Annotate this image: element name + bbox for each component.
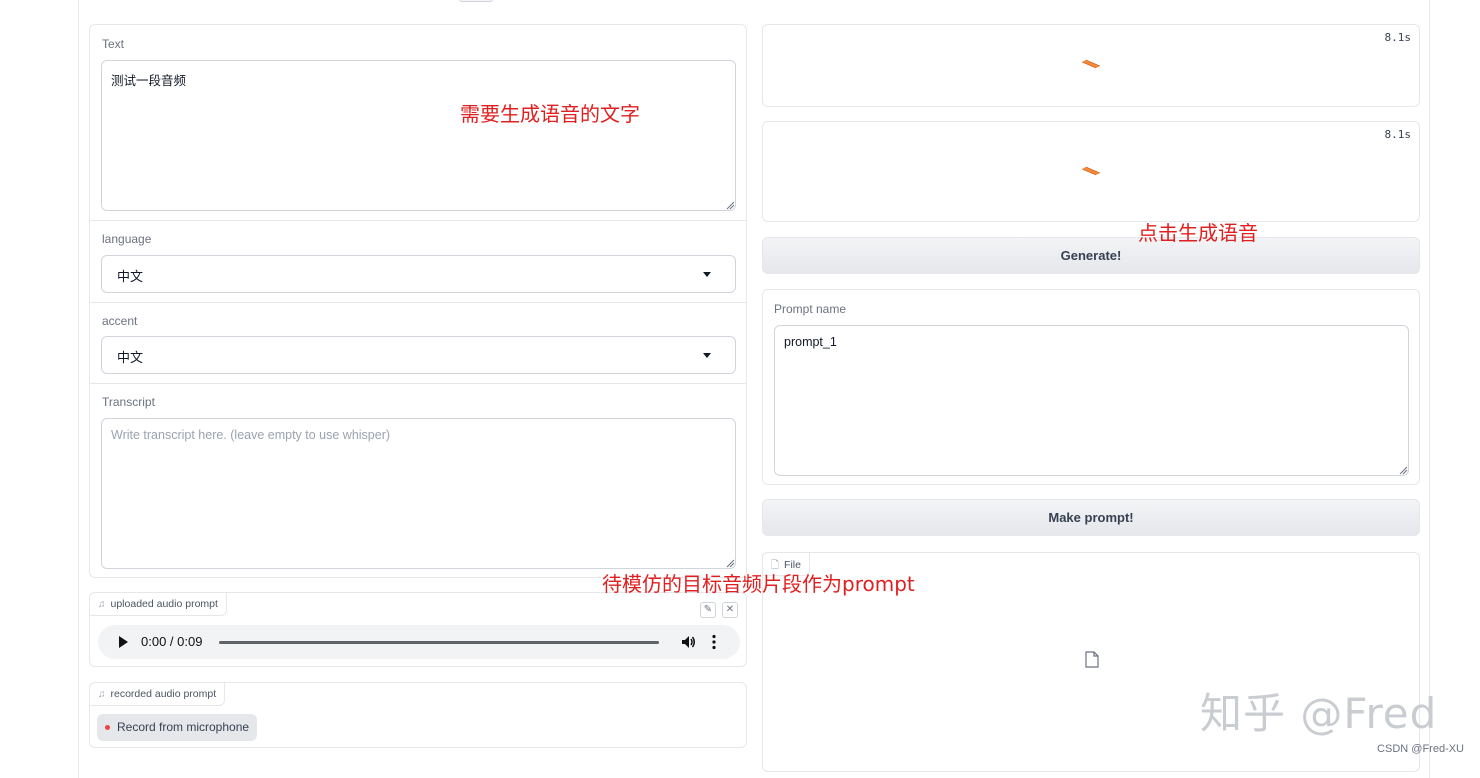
divider [90, 383, 746, 384]
prompt-name-label: Prompt name [774, 302, 847, 316]
generate-button[interactable]: Generate! [762, 237, 1420, 274]
record-dot-icon [105, 725, 110, 730]
resize-handle-icon[interactable] [726, 559, 735, 568]
volume-icon[interactable] [680, 634, 696, 650]
record-from-microphone-button[interactable]: Record from microphone [97, 714, 258, 741]
text-label: Text [102, 37, 125, 51]
resize-handle-icon[interactable] [1399, 466, 1408, 475]
edit-icon[interactable]: ✎ [700, 602, 716, 618]
music-note-icon: ♫ [98, 599, 106, 610]
accent-dropdown[interactable]: 中文 [101, 336, 736, 374]
recorded-audio-tag: ♫ recorded audio prompt [89, 682, 226, 706]
language-dropdown[interactable]: 中文 [101, 255, 736, 293]
chevron-down-icon [703, 353, 711, 358]
audio-player: 0:00 / 0:09 [98, 625, 740, 659]
more-options-icon[interactable] [712, 634, 716, 650]
accent-label: accent [102, 314, 138, 328]
annotation-text-note: 需要生成语音的文字 [460, 102, 640, 126]
annotation-generate-note: 点击生成语音 [1138, 221, 1258, 245]
loading-spinner-icon [1081, 59, 1101, 69]
close-icon[interactable]: ✕ [722, 602, 738, 618]
language-label: language [102, 232, 152, 246]
annotation-prompt-note: 待模仿的目标音频片段作为prompt [602, 572, 915, 596]
uploaded-audio-label: uploaded audio prompt [110, 598, 218, 610]
divider [90, 220, 746, 221]
transcript-label: Transcript [102, 395, 155, 409]
resize-handle-icon[interactable] [726, 201, 735, 210]
output-panel-1: 8.1s [762, 24, 1420, 107]
output-2-timer: 8.1s [1384, 128, 1412, 141]
recorded-audio-panel: ♫ recorded audio prompt Record from micro… [89, 682, 747, 748]
prompt-name-panel: Prompt name prompt_1 [762, 289, 1420, 485]
accent-selected-value: 中文 [117, 350, 144, 365]
language-selected-value: 中文 [117, 269, 144, 284]
play-icon[interactable] [118, 636, 128, 648]
text-input[interactable]: 测试一段音频 [101, 60, 736, 211]
file-upload-icon[interactable] [1085, 651, 1099, 668]
input-form-panel: Text 测试一段音频 language 中文 accent 中文 Transc… [89, 24, 747, 578]
audio-progress-track[interactable] [219, 641, 659, 644]
audio-time: 0:00 / 0:09 [141, 634, 203, 649]
prompt-name-input[interactable]: prompt_1 [774, 325, 1409, 476]
csdn-watermark: CSDN @Fred-XU [1377, 743, 1464, 755]
output-1-timer: 8.1s [1384, 31, 1412, 44]
loading-spinner-icon [1081, 166, 1101, 176]
uploaded-audio-panel: ♫ uploaded audio prompt ✎ ✕ 0:00 / 0:09 [89, 592, 747, 667]
zhihu-watermark: 知乎 @Fred [1200, 689, 1438, 738]
make-prompt-button[interactable]: Make prompt! [762, 499, 1420, 536]
divider [90, 302, 746, 303]
output-panel-2: 8.1s [762, 121, 1420, 222]
uploaded-audio-tag: ♫ uploaded audio prompt [89, 592, 227, 616]
top-control-fragment [459, 0, 493, 2]
transcript-input[interactable]: Write transcript here. (leave empty to u… [101, 418, 736, 569]
chevron-down-icon [703, 272, 711, 277]
record-button-label: Record from microphone [117, 720, 250, 734]
recorded-audio-label: recorded audio prompt [110, 688, 217, 700]
music-note-icon: ♫ [98, 689, 106, 700]
